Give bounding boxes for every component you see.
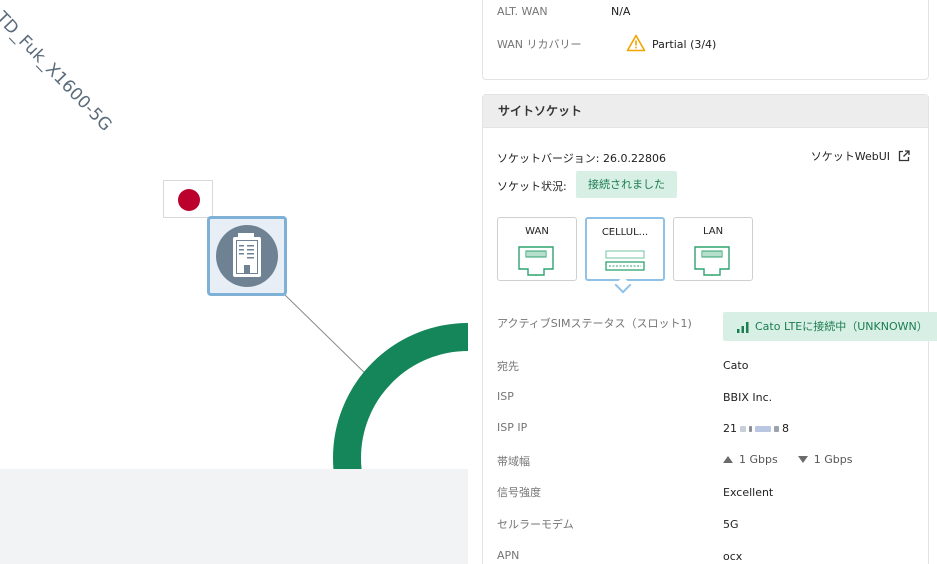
port-tile-cellular[interactable]: CELLUL...	[585, 217, 665, 281]
port-tile-wan[interactable]: WAN	[497, 217, 577, 281]
wan-summary-card: ALT. WAN N/A WAN リカバリー Partial (3/4)	[482, 0, 929, 80]
signal-strength-value: Excellent	[723, 486, 774, 499]
alt-wan-value: N/A	[611, 5, 631, 18]
ethernet-port-icon	[694, 246, 730, 276]
port-tile-lan[interactable]: LAN	[673, 217, 753, 281]
japan-flag-icon	[163, 180, 213, 218]
socket-status-badge: 接続されました	[576, 171, 677, 198]
signal-strength-label: 信号強度	[497, 486, 541, 499]
redacted-block	[749, 425, 752, 432]
sim-slot-icon	[605, 250, 645, 271]
wan-recovery-value: Partial (3/4)	[652, 38, 717, 51]
signal-bars-icon	[737, 321, 749, 333]
redacted-block	[755, 425, 771, 432]
wan-recovery-label: WAN リカバリー	[497, 38, 582, 51]
destination-value: Cato	[723, 359, 749, 372]
external-link-icon	[898, 150, 910, 162]
cellular-modem-value: 5G	[723, 518, 739, 531]
upload-arrow-icon	[723, 456, 733, 463]
isp-ip-label: ISP IP	[497, 421, 528, 434]
site-details-panel: ALT. WAN N/A WAN リカバリー Partial (3/4) サイト…	[468, 0, 937, 564]
bandwidth-value: 1 Gbps 1 Gbps	[723, 453, 852, 466]
socket-webui-link[interactable]: ソケットWebUI	[811, 148, 910, 164]
sim-status-label: アクティブSIMステータス（スロット1)	[497, 317, 692, 330]
isp-value: BBIX Inc.	[723, 391, 773, 404]
alt-wan-label: ALT. WAN	[497, 5, 548, 18]
sim-status-value: Cato LTEに接続中（UNKNOWN）	[755, 320, 928, 333]
site-socket-card: サイトソケット ソケットバージョン: 26.0.22806 ソケットWebUI …	[482, 94, 937, 564]
sim-status-badge: Cato LTEに接続中（UNKNOWN）	[723, 312, 937, 341]
socket-version-label: ソケットバージョン:	[497, 152, 600, 165]
socket-webui-label: ソケットWebUI	[810, 150, 890, 163]
port-label: LAN	[702, 226, 724, 237]
isp-label: ISP	[497, 390, 514, 403]
redacted-block	[740, 425, 746, 432]
apn-label: APN	[497, 549, 520, 562]
port-label: CELLUL...	[601, 227, 649, 238]
building-icon	[233, 233, 261, 277]
redacted-block	[774, 425, 779, 432]
socket-version-value: 26.0.22806	[603, 152, 666, 165]
isp-ip-value: 21 8	[723, 422, 789, 435]
cellular-modem-label: セルラーモデム	[497, 518, 574, 531]
destination-label: 宛先	[497, 360, 519, 373]
bandwidth-up: 1 Gbps	[739, 453, 778, 466]
ethernet-port-icon	[518, 246, 554, 276]
socket-status-label: ソケット状況:	[497, 180, 567, 193]
download-arrow-icon	[797, 456, 808, 463]
warning-icon	[626, 34, 646, 52]
port-label: WAN	[525, 226, 549, 237]
socket-card-header: サイトソケット	[483, 95, 928, 128]
socket-version: ソケットバージョン: 26.0.22806	[497, 150, 666, 166]
apn-value: ocx	[723, 550, 743, 563]
network-map[interactable]: TD_Fuk_X1600-5G	[0, 0, 468, 564]
site-node[interactable]	[207, 216, 287, 296]
bandwidth-down: 1 Gbps	[813, 453, 853, 466]
bandwidth-label: 帯域幅	[497, 455, 530, 468]
